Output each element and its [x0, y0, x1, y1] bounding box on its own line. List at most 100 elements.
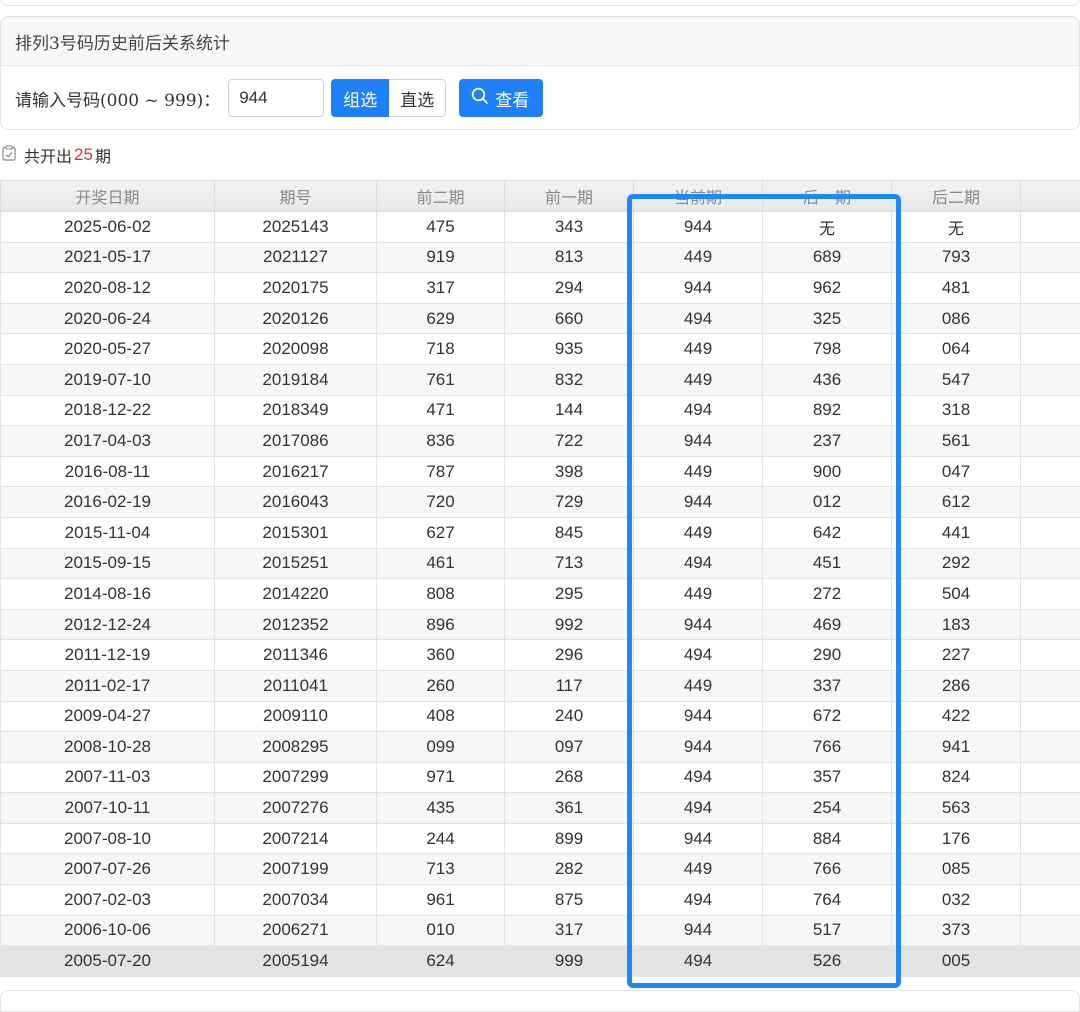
table-row: 2006-10-062006271010317944517373: [1, 915, 1080, 946]
cell-next-two: 481: [892, 273, 1021, 304]
cell-current: 449: [634, 517, 763, 548]
cell-prev-one: 722: [505, 426, 634, 457]
cell-prev-two: 961: [377, 885, 505, 916]
cell-next-one: 642: [763, 517, 892, 548]
cell-spacer: [1021, 609, 1080, 640]
cell-prev-one: 268: [505, 762, 634, 793]
number-input[interactable]: [228, 79, 324, 117]
cell-prev-one: 832: [505, 364, 634, 395]
group-mode-button[interactable]: 组选: [331, 79, 389, 117]
cell-draw-date: 2011-02-17: [1, 670, 215, 701]
cell-next-one: 884: [763, 823, 892, 854]
cell-prev-one: 361: [505, 793, 634, 824]
cell-prev-two: 360: [377, 640, 505, 671]
direct-mode-button[interactable]: 直选: [389, 79, 446, 117]
table-row: 2007-11-032007299971268494357824: [1, 762, 1080, 793]
cell-next-two: 086: [892, 303, 1021, 334]
cell-issue-number: 2017086: [215, 426, 377, 457]
cell-prev-two: 435: [377, 793, 505, 824]
cell-prev-two: 408: [377, 701, 505, 732]
panel-title: 排列3号码历史前后关系统计: [1, 17, 1079, 66]
cell-spacer: [1021, 762, 1080, 793]
cell-prev-two: 787: [377, 456, 505, 487]
cell-next-two: 318: [892, 395, 1021, 426]
cell-next-one: 012: [763, 487, 892, 518]
cell-next-two: 292: [892, 548, 1021, 579]
cell-next-one: 337: [763, 670, 892, 701]
cell-prev-one: 144: [505, 395, 634, 426]
cell-prev-one: 117: [505, 670, 634, 701]
header-spacer: [1021, 181, 1080, 212]
cell-draw-date: 2015-11-04: [1, 517, 215, 548]
cell-draw-date: 2015-09-15: [1, 548, 215, 579]
cell-draw-date: 2016-08-11: [1, 456, 215, 487]
cell-issue-number: 2020175: [215, 273, 377, 304]
cell-spacer: [1021, 793, 1080, 824]
cell-draw-date: 2007-11-03: [1, 762, 215, 793]
cell-next-one: 357: [763, 762, 892, 793]
cell-spacer: [1021, 732, 1080, 763]
cell-draw-date: 2021-05-17: [1, 242, 215, 273]
cell-prev-two: 720: [377, 487, 505, 518]
cell-current: 944: [634, 487, 763, 518]
cell-prev-two: 260: [377, 670, 505, 701]
cell-draw-date: 2007-07-26: [1, 854, 215, 885]
cell-draw-date: 2019-07-10: [1, 364, 215, 395]
header-draw-date: 开奖日期: [1, 181, 215, 212]
cell-next-two: 547: [892, 364, 1021, 395]
cell-draw-date: 2020-05-27: [1, 334, 215, 365]
table-row: 2007-10-112007276435361494254563: [1, 793, 1080, 824]
cell-next-two: 373: [892, 915, 1021, 946]
cell-issue-number: 2018349: [215, 395, 377, 426]
cell-draw-date: 2025-06-02: [1, 212, 215, 243]
cell-issue-number: 2020098: [215, 334, 377, 365]
cell-draw-date: 2007-08-10: [1, 823, 215, 854]
cell-next-one: 290: [763, 640, 892, 671]
cell-prev-one: 935: [505, 334, 634, 365]
cell-spacer: [1021, 517, 1080, 548]
cell-current: 944: [634, 732, 763, 763]
cell-prev-one: 713: [505, 548, 634, 579]
cell-draw-date: 2007-02-03: [1, 885, 215, 916]
header-issue-number: 期号: [215, 181, 377, 212]
cell-prev-two: 244: [377, 823, 505, 854]
cell-spacer: [1021, 426, 1080, 457]
cell-issue-number: 2015301: [215, 517, 377, 548]
table-row: 2015-09-152015251461713494451292: [1, 548, 1080, 579]
cell-issue-number: 2016217: [215, 456, 377, 487]
table-row: 2012-12-242012352896992944469183: [1, 609, 1080, 640]
mode-toggle: 组选 直选: [331, 79, 446, 117]
cell-spacer: [1021, 487, 1080, 518]
cell-prev-one: 295: [505, 579, 634, 610]
cell-current: 944: [634, 212, 763, 243]
cell-current: 494: [634, 762, 763, 793]
cell-next-one: 254: [763, 793, 892, 824]
header-next-two: 后二期: [892, 181, 1021, 212]
cell-spacer: [1021, 395, 1080, 426]
cell-next-one: 272: [763, 579, 892, 610]
cell-spacer: [1021, 670, 1080, 701]
query-button[interactable]: 查看: [459, 79, 543, 117]
cell-next-two: 286: [892, 670, 1021, 701]
cell-prev-one: 240: [505, 701, 634, 732]
table-row: 2011-12-192011346360296494290227: [1, 640, 1080, 671]
query-panel: 排列3号码历史前后关系统计 请输入号码(000 ~ 999)： 组选 直选 查看: [0, 16, 1080, 130]
cell-spacer: [1021, 456, 1080, 487]
cell-prev-one: 899: [505, 823, 634, 854]
header-next-one: 后一期: [763, 181, 892, 212]
cell-issue-number: 2015251: [215, 548, 377, 579]
cell-draw-date: 2012-12-24: [1, 609, 215, 640]
table-row: 2011-02-172011041260117449337286: [1, 670, 1080, 701]
table-row: 2017-04-032017086836722944237561: [1, 426, 1080, 457]
cell-spacer: [1021, 946, 1080, 977]
cell-current: 944: [634, 609, 763, 640]
cell-next-two: 441: [892, 517, 1021, 548]
cell-spacer: [1021, 640, 1080, 671]
cell-draw-date: 2016-02-19: [1, 487, 215, 518]
cell-next-two: 183: [892, 609, 1021, 640]
cell-prev-two: 317: [377, 273, 505, 304]
summary-suffix: 期: [95, 143, 111, 167]
cell-draw-date: 2017-04-03: [1, 426, 215, 457]
cell-prev-one: 317: [505, 915, 634, 946]
cell-issue-number: 2007214: [215, 823, 377, 854]
